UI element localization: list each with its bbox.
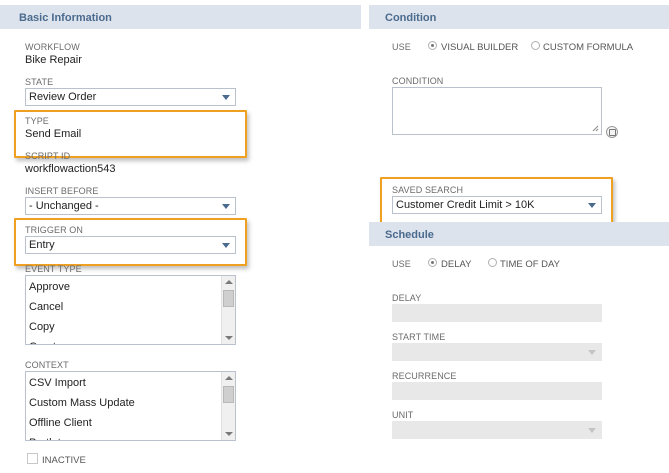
event-type-label: EVENT TYPE xyxy=(25,264,82,274)
state-select-value: Review Order xyxy=(29,91,97,103)
condition-textarea[interactable] xyxy=(392,87,602,135)
context-scrollbar[interactable] xyxy=(221,372,235,440)
custom-formula-label[interactable]: CUSTOM FORMULA xyxy=(543,42,633,53)
time-of-day-radio[interactable] xyxy=(488,258,497,267)
list-item[interactable]: Copy xyxy=(29,317,55,337)
scroll-thumb[interactable] xyxy=(223,386,234,403)
scroll-thumb[interactable] xyxy=(223,290,234,307)
context-label: CONTEXT xyxy=(25,360,69,370)
event-type-scrollbar[interactable] xyxy=(221,276,235,344)
delay-label: DELAY xyxy=(392,293,422,303)
unit-select[interactable] xyxy=(392,421,602,439)
script-id-value: workflowaction543 xyxy=(25,163,116,175)
delay-radio[interactable] xyxy=(428,258,437,267)
unit-label: UNIT xyxy=(392,410,414,420)
schedule-use-label: USE xyxy=(392,259,411,269)
trigger-on-highlight-box xyxy=(14,218,247,266)
insert-before-value: - Unchanged - xyxy=(29,200,99,212)
chevron-down-icon xyxy=(222,204,230,209)
scroll-up-icon[interactable] xyxy=(225,376,233,380)
schedule-header: Schedule xyxy=(369,222,669,246)
chevron-down-icon xyxy=(588,350,596,355)
list-item[interactable]: Custom Mass Update xyxy=(29,393,135,413)
insert-before-label: INSERT BEFORE xyxy=(25,186,99,196)
saved-search-highlight-box xyxy=(380,177,613,225)
visual-builder-label[interactable]: VISUAL BUILDER xyxy=(441,42,518,53)
start-time-select[interactable] xyxy=(392,343,602,361)
script-id-label: SCRIPT ID xyxy=(25,151,71,161)
scroll-up-icon[interactable] xyxy=(225,280,233,284)
formula-builder-icon[interactable] xyxy=(606,126,618,138)
workflow-label: WORKFLOW xyxy=(25,42,80,52)
scroll-down-icon[interactable] xyxy=(225,336,233,340)
delay-input[interactable] xyxy=(392,304,602,322)
list-item[interactable]: Portlet xyxy=(29,433,61,440)
list-item[interactable]: Offline Client xyxy=(29,413,92,433)
list-item[interactable]: CSV Import xyxy=(29,373,86,393)
condition-use-label: USE xyxy=(392,42,411,52)
time-of-day-label[interactable]: TIME OF DAY xyxy=(500,259,560,270)
custom-formula-radio[interactable] xyxy=(531,41,540,50)
recurrence-label: RECURRENCE xyxy=(392,371,457,381)
workflow-value: Bike Repair xyxy=(25,54,82,66)
event-type-listbox[interactable]: Approve Cancel Copy Create xyxy=(25,275,236,345)
delay-radio-label[interactable]: DELAY xyxy=(441,259,471,270)
start-time-label: START TIME xyxy=(392,332,446,342)
condition-label: CONDITION xyxy=(392,76,444,86)
insert-before-select[interactable]: - Unchanged - xyxy=(25,197,236,215)
list-item[interactable]: Cancel xyxy=(29,297,63,317)
recurrence-input[interactable] xyxy=(392,382,602,400)
scroll-down-icon[interactable] xyxy=(225,432,233,436)
list-item[interactable]: Approve xyxy=(29,277,70,297)
inactive-checkbox[interactable] xyxy=(27,453,38,464)
resize-grip-icon[interactable] xyxy=(592,125,599,132)
chevron-down-icon xyxy=(222,95,230,100)
inactive-label: INACTIVE xyxy=(42,455,86,466)
chevron-down-icon xyxy=(588,428,596,433)
state-label: STATE xyxy=(25,77,54,87)
list-item[interactable]: Create xyxy=(29,337,62,344)
visual-builder-radio[interactable] xyxy=(428,41,437,50)
condition-header: Condition xyxy=(369,5,669,29)
state-select[interactable]: Review Order xyxy=(25,88,236,106)
context-listbox[interactable]: CSV Import Custom Mass Update Offline Cl… xyxy=(25,371,236,441)
basic-information-header: Basic Information xyxy=(0,5,361,29)
